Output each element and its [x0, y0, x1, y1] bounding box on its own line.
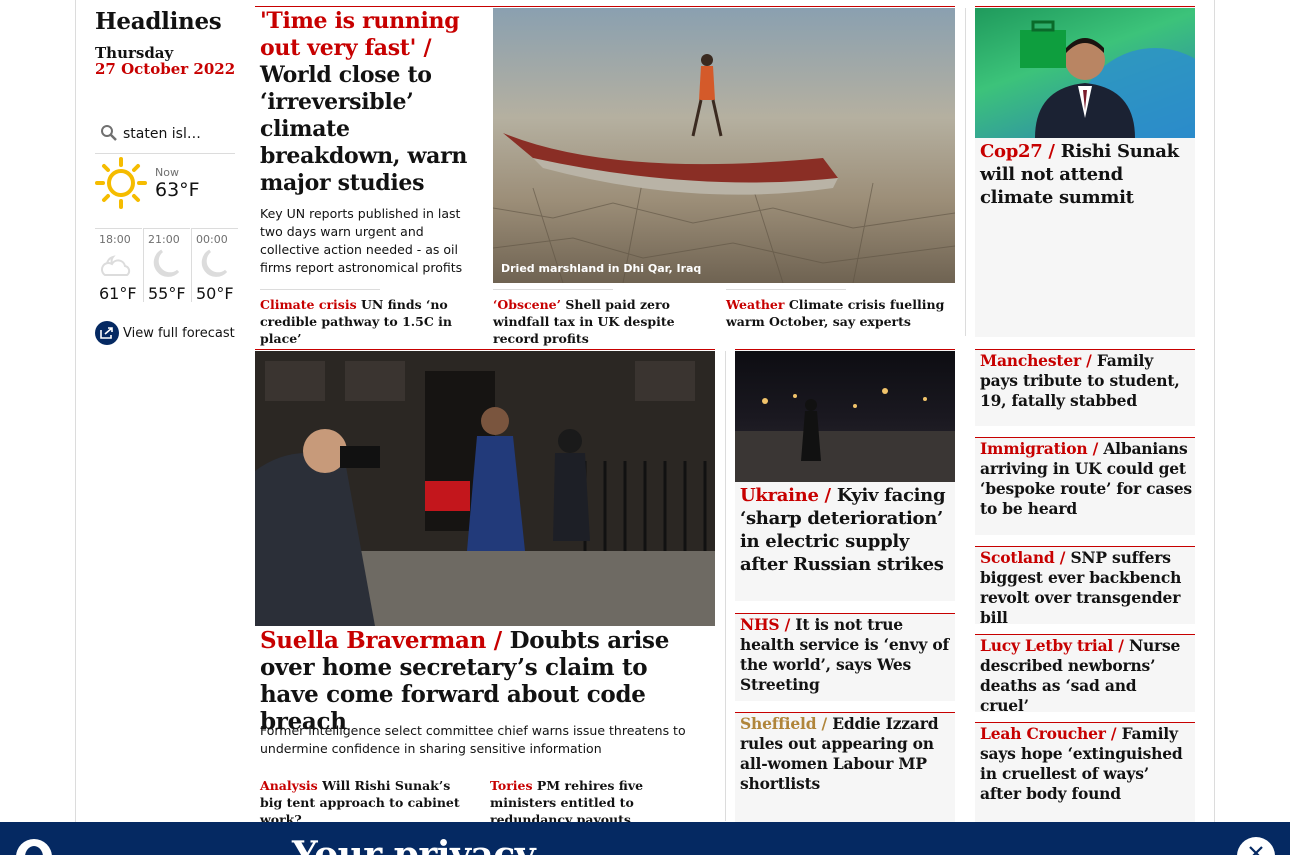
close-button[interactable]: [1237, 837, 1275, 855]
moon-icon: [153, 249, 180, 277]
forecast-temp: 55°F: [148, 284, 186, 303]
now-label: Now: [155, 166, 179, 179]
external-link-icon: [95, 321, 119, 345]
sublink-kicker: Weather: [726, 297, 785, 312]
cop27-kicker: Cop27 /: [980, 141, 1055, 162]
lead-sublink[interactable]: Weather Climate crisis fuelling warm Oct…: [726, 289, 946, 330]
privacy-banner: Your privacy: [0, 822, 1290, 855]
sublink-kicker: Tories: [490, 778, 533, 793]
column-divider: [965, 8, 966, 336]
search-icon: [101, 125, 117, 141]
forecast-temp: 61°F: [99, 284, 137, 303]
weather-now: Now 63°F: [95, 155, 235, 227]
privacy-title: Your privacy: [292, 834, 536, 855]
boat-photo: [493, 54, 955, 283]
sublink-kicker: ‘Obscene’: [493, 297, 561, 312]
lead-sublink[interactable]: ‘Obscene’ Shell paid zero windfall tax i…: [493, 289, 713, 347]
sunak-photo: [1020, 20, 1195, 138]
section-heading: Headlines: [95, 8, 222, 35]
braverman-headline-link[interactable]: Suella Braverman / Doubts arise over hom…: [260, 627, 710, 735]
partly-cloudy-night-icon: [100, 255, 131, 276]
view-full-forecast-label: View full forecast: [123, 326, 235, 341]
forecast-time: 21:00: [148, 233, 180, 246]
forecast-time: 00:00: [196, 233, 228, 246]
forecast-temp: 50°F: [196, 284, 234, 303]
lead-standfirst: Key UN reports published in last two day…: [260, 206, 463, 275]
letby-kicker: Lucy Letby trial /: [980, 636, 1124, 655]
ukraine-headline-link[interactable]: Ukraine / Kyiv facing ‘sharp deteriorati…: [740, 484, 952, 576]
lead-image[interactable]: Dried marshland in Dhi Qar, Iraq: [493, 8, 955, 283]
nhs-headline-link[interactable]: NHS / It is not true health service is ‘…: [740, 615, 952, 695]
scotland-kicker: Scotland /: [980, 548, 1066, 567]
cop27-headline-link[interactable]: Cop27 / Rishi Sunak will not attend clim…: [980, 140, 1190, 209]
sublink-kicker: Climate crisis: [260, 297, 357, 312]
croucher-kicker: Leah Croucher /: [980, 724, 1117, 743]
sheffield-kicker: Sheffield /: [740, 714, 827, 733]
immigration-kicker: Immigration /: [980, 439, 1099, 458]
forecast-time: 18:00: [99, 233, 131, 246]
ukraine-image[interactable]: [735, 351, 955, 482]
manchester-kicker: Manchester /: [980, 351, 1092, 370]
lead-headline: World close to ‘irreversible’ climate br…: [260, 62, 468, 196]
kyiv-night-photo: [735, 388, 955, 482]
sublink-rule: [493, 289, 613, 290]
ukraine-kicker: Ukraine /: [740, 485, 831, 506]
braverman-kicker: Suella Braverman /: [260, 627, 502, 654]
moon-icon: [201, 249, 228, 277]
forecast-slot: 00:00 50°F: [191, 228, 238, 303]
lead-headline-link[interactable]: 'Time is running out very fast' / World …: [260, 8, 490, 197]
guardian-logo-icon: [16, 839, 52, 855]
section-rule: [255, 6, 955, 7]
cop27-image[interactable]: [975, 8, 1195, 138]
lead-sublink[interactable]: Climate crisis UN finds ‘no credible pat…: [260, 289, 475, 347]
letby-headline-link[interactable]: Lucy Letby trial / Nurse described newbo…: [980, 636, 1190, 716]
croucher-headline-link[interactable]: Leah Croucher / Family says hope ‘exting…: [980, 724, 1190, 804]
column-divider: [725, 351, 726, 821]
braverman-sublink[interactable]: Tories PM rehires five ministers entitle…: [490, 777, 710, 828]
lead-image-caption: Dried marshland in Dhi Qar, Iraq: [501, 262, 702, 275]
sublink-kicker: Analysis: [260, 778, 318, 793]
scotland-headline-link[interactable]: Scotland / SNP suffers biggest ever back…: [980, 548, 1193, 628]
nhs-kicker: NHS /: [740, 615, 791, 634]
sublink-rule: [726, 289, 846, 290]
sheffield-headline-link[interactable]: Sheffield / Eddie Izzard rules out appea…: [740, 714, 952, 794]
location-input[interactable]: staten isl…: [123, 126, 201, 142]
sun-icon: [95, 157, 147, 209]
braverman-sublink[interactable]: Analysis Will Rishi Sunak’s big tent app…: [260, 777, 475, 828]
weather-location-search[interactable]: staten isl…: [95, 120, 235, 154]
lead-kicker: 'Time is running out very fast' /: [260, 8, 460, 61]
forecast-slot: 18:00 61°F: [95, 228, 142, 303]
section-rule: [255, 349, 715, 350]
close-icon: [1249, 846, 1263, 855]
date-full: 27 October 2022: [95, 60, 236, 78]
braverman-image[interactable]: [255, 351, 715, 626]
immigration-headline-link[interactable]: Immigration / Albanians arriving in UK c…: [980, 439, 1192, 519]
forecast-slot: 21:00 55°F: [143, 228, 190, 303]
manchester-headline-link[interactable]: Manchester / Family pays tribute to stud…: [980, 351, 1190, 411]
downing-street-photo: [255, 351, 715, 626]
sublink-rule: [260, 289, 380, 290]
now-temperature: 63°F: [155, 179, 200, 201]
braverman-standfirst: Former intelligence select committee chi…: [260, 723, 686, 756]
